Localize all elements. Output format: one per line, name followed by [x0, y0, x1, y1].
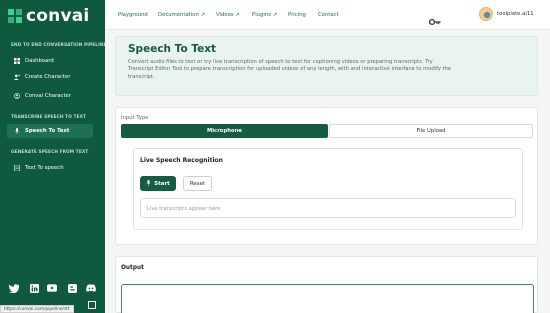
sidebar-item-label: Dashboard	[25, 58, 54, 64]
sidebar-item-label: Create Character	[25, 74, 71, 80]
logo-mark-icon	[8, 9, 22, 23]
api-key-icon[interactable]	[428, 11, 441, 26]
convai-logo[interactable]: convai	[8, 6, 89, 26]
section-title-generate: GENERATE SPEECH FROM TEXT	[11, 150, 89, 155]
start-button-label: Start	[154, 180, 170, 187]
youtube-icon[interactable]	[47, 283, 57, 293]
nav-playground[interactable]: Playground	[118, 12, 148, 18]
sidebar-item-speech-to-text[interactable]: Speech To Text	[7, 124, 93, 138]
output-card: Output	[115, 256, 538, 313]
twitter-icon[interactable]	[9, 283, 19, 293]
nav-pricing[interactable]: Pricing	[288, 12, 306, 18]
transcript-placeholder: Live transcripts appear here	[147, 206, 221, 212]
live-transcript-field[interactable]: Live transcripts appear here	[140, 198, 516, 218]
dashboard-icon	[14, 58, 20, 64]
username[interactable]: toolplate.ai11	[497, 11, 534, 17]
top-navigation: Playground Documentation ↗ Videos ↗ Plug…	[105, 0, 550, 30]
tab-microphone[interactable]: Microphone	[121, 124, 328, 138]
mic-icon	[14, 128, 20, 134]
hero-banner: Speech To Text Convert audio files to te…	[115, 36, 538, 96]
nav-documentation[interactable]: Documentation ↗	[158, 12, 205, 18]
reset-button[interactable]: Reset	[183, 176, 212, 191]
sidebar-item-label: Convai Character	[25, 93, 71, 99]
sidebar-item-convai-character[interactable]: Convai Character	[7, 89, 93, 103]
output-textarea[interactable]	[121, 284, 534, 313]
social-links	[0, 283, 105, 295]
mic-icon	[146, 179, 151, 188]
brand-name: convai	[26, 6, 90, 26]
sidebar: convai END TO END CONVERSATION PIPELINE …	[0, 0, 107, 313]
discord-icon[interactable]	[86, 283, 96, 293]
sidebar-item-label: Speech To Text	[25, 128, 70, 134]
tab-file-upload[interactable]: File Upload	[329, 124, 533, 138]
live-recognition-title: Live Speech Recognition	[140, 157, 223, 164]
input-card: Input Type Microphone File Upload Live S…	[115, 107, 538, 245]
output-label: Output	[121, 265, 144, 271]
nav-plugins[interactable]: Plugins ↗	[252, 12, 277, 18]
section-title-pipeline: END TO END CONVERSATION PIPELINE	[11, 43, 107, 48]
nav-videos[interactable]: Videos ↗	[216, 12, 240, 18]
nav-contact[interactable]: Contact	[318, 12, 339, 18]
sidebar-item-text-to-speech[interactable]: Text To speech	[7, 161, 93, 175]
user-icon	[14, 93, 20, 99]
blogger-icon[interactable]	[67, 283, 77, 293]
sidebar-item-dashboard[interactable]: Dashboard	[7, 54, 93, 68]
sidebar-item-label: Text To speech	[25, 165, 64, 171]
avatar[interactable]	[479, 7, 493, 21]
main-content: Speech To Text Convert audio files to te…	[105, 30, 550, 313]
status-bar-url: https://convai.com/pipeline/stt	[0, 305, 74, 313]
linkedin-icon[interactable]	[29, 283, 39, 293]
collapse-sidebar-icon[interactable]	[88, 301, 96, 309]
document-icon	[14, 164, 20, 172]
input-type-tabs: Microphone File Upload	[121, 124, 533, 138]
sidebar-item-create-character[interactable]: Create Character	[7, 70, 93, 84]
page-title: Speech To Text	[128, 43, 216, 55]
start-button[interactable]: Start	[140, 176, 176, 191]
user-plus-icon	[14, 74, 20, 80]
page-description: Convert audio files to text or try live …	[128, 59, 452, 80]
section-title-transcribe: TRANSCRIBE SPEECH TO TEXT	[11, 115, 87, 120]
input-type-label: Input Type	[121, 115, 149, 121]
live-recognition-panel: Live Speech Recognition Start Reset Live…	[133, 148, 523, 230]
